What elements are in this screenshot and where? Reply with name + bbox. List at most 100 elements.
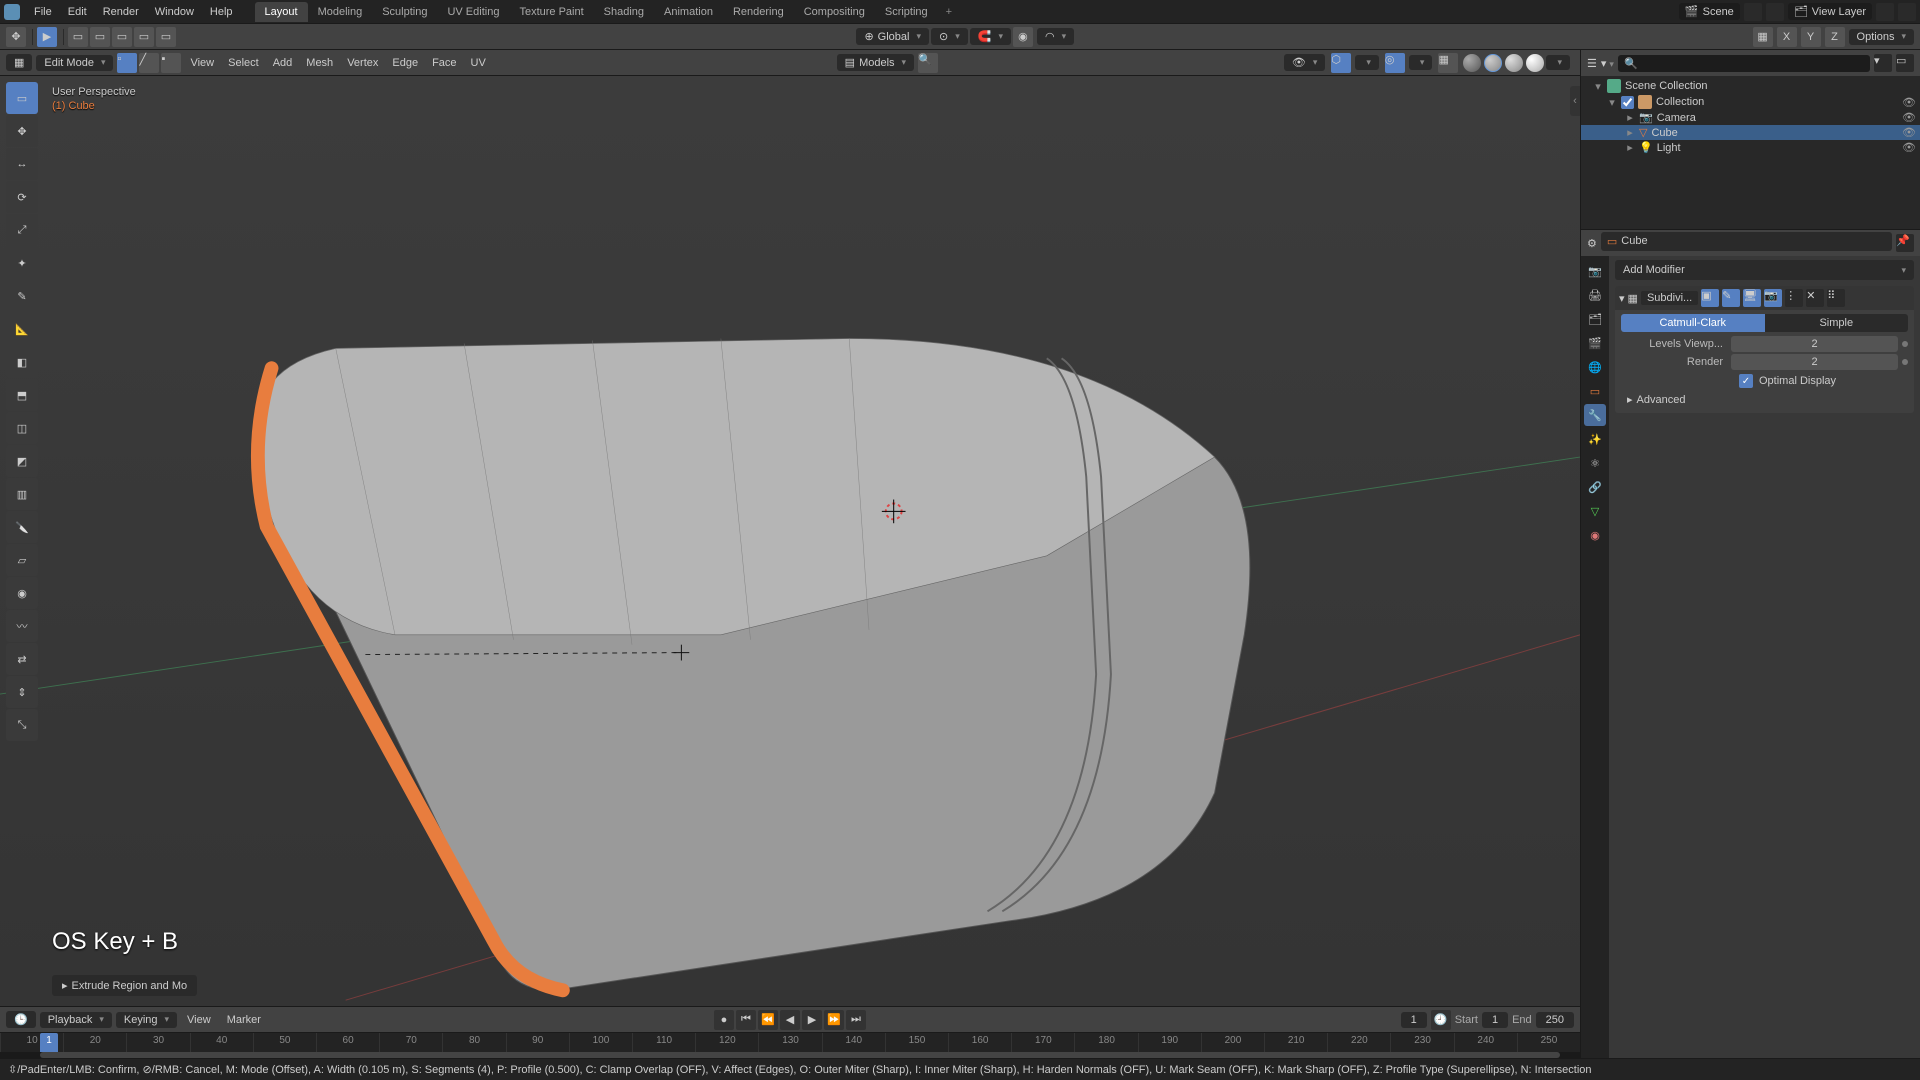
mode-dropdown[interactable]: Edit Mode xyxy=(36,55,113,71)
gizmo-toggle-button[interactable]: ⬡ xyxy=(1331,53,1351,73)
disclosure-icon[interactable]: ▾ xyxy=(1619,292,1625,305)
shading-solid-button[interactable] xyxy=(1484,54,1502,72)
preview-range-button[interactable]: 🕘 xyxy=(1431,1010,1451,1030)
end-frame-field[interactable]: 250 xyxy=(1536,1012,1574,1028)
outliner-item-camera[interactable]: ▸ 📷 Camera 👁 xyxy=(1581,110,1920,125)
tab-viewlayer-props[interactable]: 🗂 xyxy=(1584,308,1606,330)
outliner-scene-collection[interactable]: ▾ Scene Collection xyxy=(1581,78,1920,94)
uv-menu[interactable]: UV xyxy=(464,57,493,69)
gizmo-dropdown[interactable] xyxy=(1355,55,1379,70)
tab-shading[interactable]: Shading xyxy=(594,2,654,22)
menu-window[interactable]: Window xyxy=(147,6,202,18)
viewlayer-delete-button[interactable] xyxy=(1898,3,1916,21)
shading-wireframe-button[interactable] xyxy=(1463,54,1481,72)
mod-render-button[interactable]: 📷 xyxy=(1764,289,1782,307)
subdiv-simple-button[interactable]: Simple xyxy=(1765,314,1909,332)
vertex-menu[interactable]: Vertex xyxy=(340,57,385,69)
viewlayer-field[interactable]: 🗂 View Layer xyxy=(1788,3,1872,20)
disclosure-icon[interactable]: ▾ xyxy=(1607,96,1617,109)
tool-measure[interactable]: 📐 xyxy=(6,313,38,345)
tab-layout[interactable]: Layout xyxy=(255,2,308,22)
xray-toggle-button[interactable]: ▦ xyxy=(1438,53,1458,73)
view-menu[interactable]: View xyxy=(183,57,221,69)
mesh-menu[interactable]: Mesh xyxy=(299,57,340,69)
outliner-display-mode-dropdown[interactable]: ▾ xyxy=(1601,57,1614,70)
tool-select-box[interactable]: ▭ xyxy=(6,82,38,114)
jump-end-button[interactable]: ⏭ xyxy=(846,1010,866,1030)
tool-spin[interactable]: ◉ xyxy=(6,577,38,609)
keying-dropdown[interactable]: Keying xyxy=(116,1012,177,1028)
tab-scripting[interactable]: Scripting xyxy=(875,2,938,22)
edge-select-button[interactable]: ╱ xyxy=(139,53,159,73)
outliner-editor-type-dropdown[interactable]: ☰ xyxy=(1587,57,1597,70)
outliner-new-collection-button[interactable]: ▭ xyxy=(1896,54,1914,72)
visibility-icon[interactable]: 👁 xyxy=(1902,96,1916,109)
outliner-filter-button[interactable]: ▾ xyxy=(1874,54,1892,72)
snap-dropdown[interactable]: 🧲 xyxy=(970,28,1011,45)
mesh-automerge-button[interactable]: ▦ xyxy=(1753,27,1773,47)
tool-move[interactable]: ↔ xyxy=(6,148,38,180)
outliner-item-cube[interactable]: ▸ ▽ Cube 👁 xyxy=(1581,125,1920,140)
timeline-scrollbar-thumb[interactable] xyxy=(40,1052,1560,1058)
disclosure-icon[interactable]: ▸ xyxy=(1625,111,1635,124)
select-box-subtract-button[interactable]: ▭ xyxy=(112,27,132,47)
tab-material-props[interactable]: ◉ xyxy=(1584,524,1606,546)
add-menu[interactable]: Add xyxy=(266,57,300,69)
transform-orientation-dropdown[interactable]: ⊕ Global xyxy=(856,28,929,45)
tool-cursor[interactable]: ✥ xyxy=(6,115,38,147)
menu-file[interactable]: File xyxy=(26,6,60,18)
disclosure-icon[interactable]: ▾ xyxy=(1593,80,1603,93)
face-select-button[interactable]: ▪ xyxy=(161,53,181,73)
scene-field[interactable]: 🎬 Scene xyxy=(1679,3,1740,20)
tool-rip[interactable]: ⤡ xyxy=(6,709,38,741)
tab-texture-paint[interactable]: Texture Paint xyxy=(509,2,593,22)
tool-knife[interactable]: 🔪 xyxy=(6,511,38,543)
tool-loopcut[interactable]: ▥ xyxy=(6,478,38,510)
outliner-search-input[interactable] xyxy=(1642,57,1864,69)
sidebar-collapse-handle[interactable]: ‹ xyxy=(1570,86,1580,116)
timeline-editor-type-dropdown[interactable]: 🕒 xyxy=(6,1011,36,1028)
tab-render-props[interactable]: 📷 xyxy=(1584,260,1606,282)
modifier-name-field[interactable]: Subdivi... xyxy=(1641,291,1698,305)
axis-z-button[interactable]: Z xyxy=(1825,27,1845,47)
scene-delete-button[interactable] xyxy=(1766,3,1784,21)
tab-constraint-props[interactable]: 🔗 xyxy=(1584,476,1606,498)
mod-realtime-button[interactable]: 🖥 xyxy=(1743,289,1761,307)
tab-compositing[interactable]: Compositing xyxy=(794,2,875,22)
visibility-icon[interactable]: 👁 xyxy=(1902,141,1916,154)
select-box-extend-button[interactable]: ▭ xyxy=(90,27,110,47)
mod-delete-button[interactable]: ✕ xyxy=(1806,289,1824,307)
subdiv-catmull-button[interactable]: Catmull-Clark xyxy=(1621,314,1765,332)
editor-type-dropdown[interactable]: ▦ xyxy=(6,54,32,71)
tool-edgeslide[interactable]: ⇄ xyxy=(6,643,38,675)
proportional-edit-button[interactable]: ◉ xyxy=(1013,27,1033,47)
timeline-ruler[interactable]: 1020304050607080901001101201301401501601… xyxy=(0,1032,1580,1058)
anim-decorator[interactable] xyxy=(1902,359,1908,365)
proportional-falloff-dropdown[interactable]: ◠ xyxy=(1037,28,1074,45)
menu-help[interactable]: Help xyxy=(202,6,241,18)
mod-edit-mode-button[interactable]: ✎ xyxy=(1722,289,1740,307)
edge-menu[interactable]: Edge xyxy=(385,57,425,69)
outliner-collection[interactable]: ▾ Collection 👁 xyxy=(1581,94,1920,110)
add-modifier-dropdown[interactable]: Add Modifier xyxy=(1615,260,1914,280)
play-button[interactable]: ▶ xyxy=(802,1010,822,1030)
tab-physics-props[interactable]: ⚛ xyxy=(1584,452,1606,474)
tool-add-cube[interactable]: ◧ xyxy=(6,346,38,378)
current-frame-field[interactable]: 1 xyxy=(1401,1012,1427,1028)
tool-bevel[interactable]: ◩ xyxy=(6,445,38,477)
scene-new-button[interactable] xyxy=(1744,3,1762,21)
pin-button[interactable]: 📌 xyxy=(1896,234,1914,252)
tool-polybuild[interactable]: ▱ xyxy=(6,544,38,576)
playback-dropdown[interactable]: Playback xyxy=(40,1012,112,1028)
start-frame-field[interactable]: 1 xyxy=(1482,1012,1508,1028)
tab-particle-props[interactable]: ✨ xyxy=(1584,428,1606,450)
jump-next-key-button[interactable]: ⏩ xyxy=(824,1010,844,1030)
tool-inset[interactable]: ◫ xyxy=(6,412,38,444)
levels-viewport-field[interactable]: 2 xyxy=(1731,336,1898,352)
overlays-toggle-button[interactable]: ◎ xyxy=(1385,53,1405,73)
menu-edit[interactable]: Edit xyxy=(60,6,95,18)
last-operator-panel[interactable]: ▸ Extrude Region and Mo xyxy=(52,975,197,996)
tool-cursor-icon[interactable]: ✥ xyxy=(6,27,26,47)
tab-mesh-props[interactable]: ▽ xyxy=(1584,500,1606,522)
shading-dropdown[interactable] xyxy=(1546,55,1570,70)
